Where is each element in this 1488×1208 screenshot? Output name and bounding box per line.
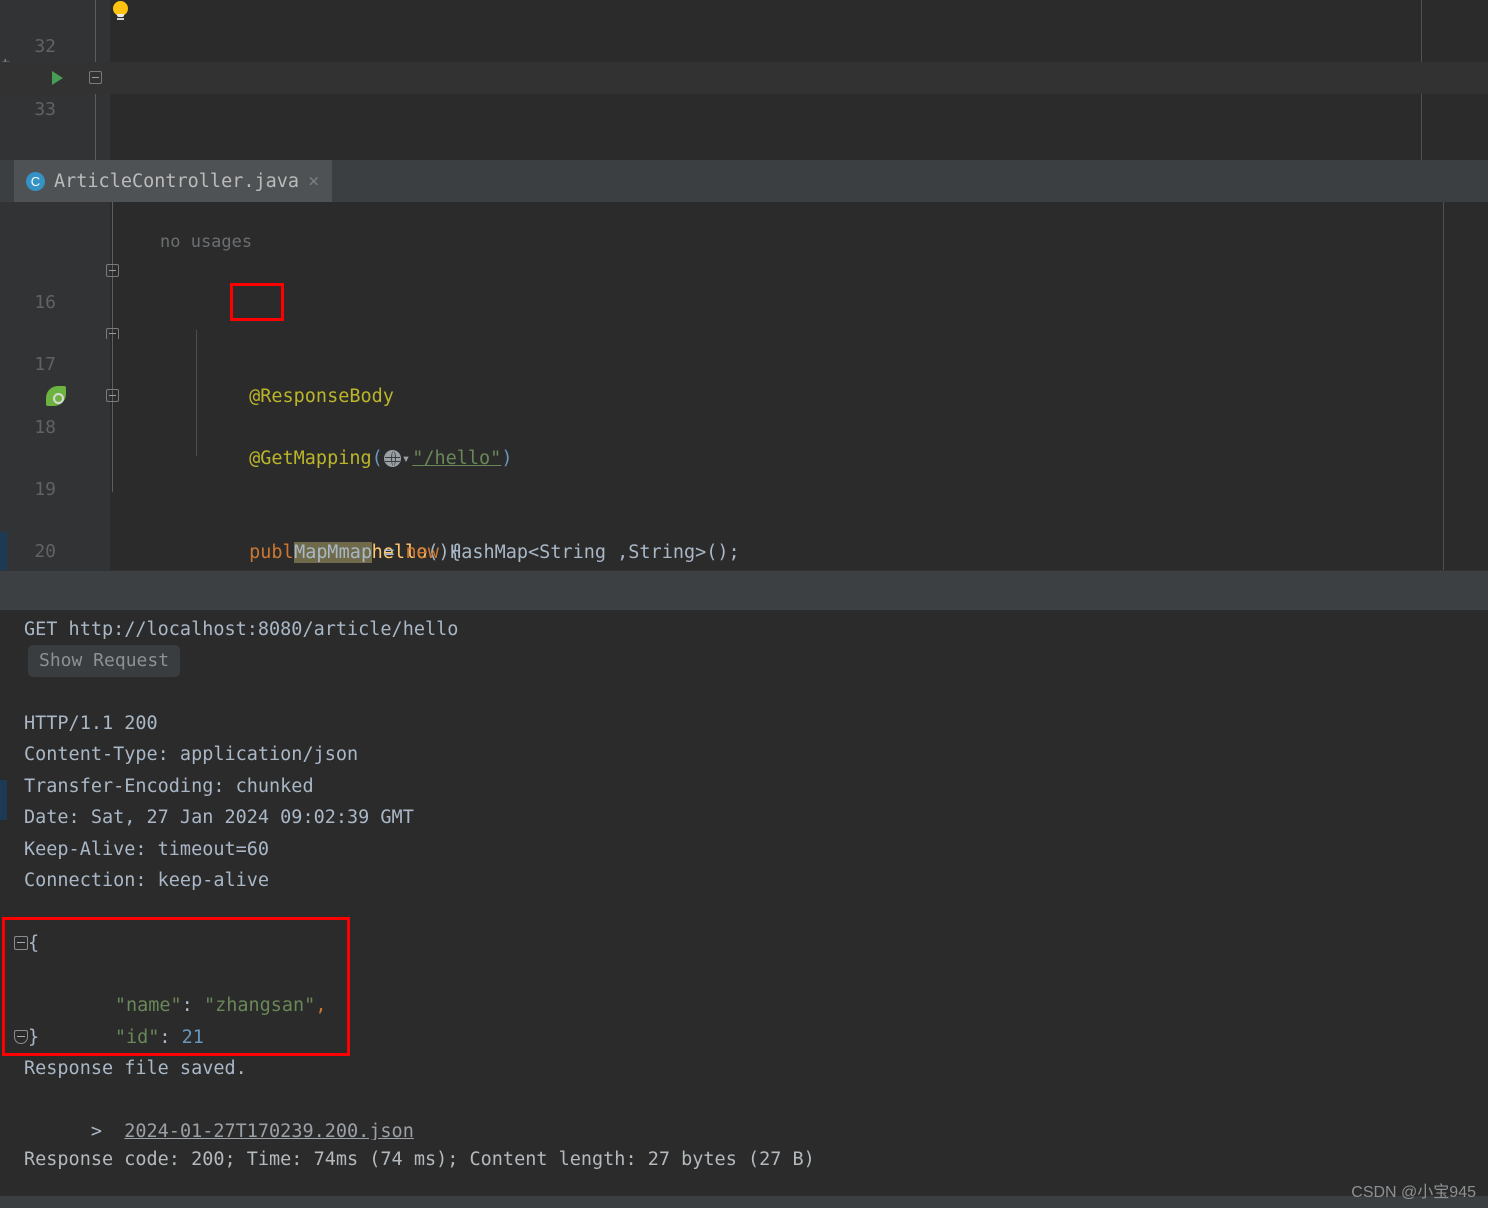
panel-splitter[interactable] [0,570,1488,610]
tab-label: ArticleController.java [54,170,300,192]
response-request-line: GET http://localhost:8080/article/hello [24,619,459,640]
fold-marker-icon[interactable] [106,264,119,278]
line-number: 20 [34,541,56,563]
response-header-transfer-encoding: Transfer-Encoding: chunked [24,776,314,797]
java-class-icon: C [26,171,45,191]
java-line-19[interactable]: 19 Map map = new HashMap<String ,String>… [0,443,1488,563]
intellij-idea-window: t 32 # 33 GET http://localhost:8080/arti… [0,0,1488,1208]
java-code-editor[interactable]: no usages 16 @ResponseBody 17 @GetMappin… [0,202,1488,570]
run-request-arrow-icon[interactable] [52,71,63,86]
response-header-connection: Connection: keep-alive [24,870,270,891]
editor-tab-bar[interactable]: C ArticleController.java × [0,160,1488,202]
java-hint-no-usages: no usages [0,202,1488,252]
response-header-keep-alive: Keep-Alive: timeout=60 [24,839,270,860]
http-line-32[interactable]: 32 # [0,0,1488,89]
keyword-new: new [405,541,439,563]
response-saved-file-row[interactable]: > 2024-01-27T170239.200.json [24,1085,414,1142]
json-entry-id: "id": 21 [48,991,204,1048]
type-hashmap: HashMap [450,541,529,563]
generic-params: <String ,String> [528,541,707,563]
json-comma: , [315,995,327,1017]
json-open-brace: { [28,933,40,954]
java-line-17[interactable]: 17 @GetMapping(▾ "/hello") [0,318,1488,469]
line-number: 16 [34,291,56,313]
response-header-date: Date: Sat, 27 Jan 2024 09:02:39 GMT [24,807,414,828]
vcs-change-marker [0,780,7,820]
java-line-16[interactable]: 16 @ResponseBody [0,255,1488,407]
fold-marker-icon[interactable] [106,389,119,403]
close-icon[interactable]: × [308,170,319,192]
fold-marker-icon[interactable] [106,327,119,339]
json-value: 21 [181,1027,204,1049]
json-entry-name: "name": "zhangsan", [48,959,327,1016]
variable-map[interactable]: map [338,541,373,563]
http-response-panel[interactable]: GET http://localhost:8080/article/hello … [0,610,1488,1142]
spring-endpoint-icon[interactable] [46,386,66,407]
http-line-33[interactable]: 33 GET http://localhost:8080/article/hel… [0,62,1488,120]
json-key: "id" [114,1027,160,1049]
line-number: 19 [34,478,56,500]
java-line-18[interactable]: 18 public Map hello(){ [0,380,1488,564]
json-close-brace: } [28,1027,40,1048]
json-fold-open-icon[interactable] [14,936,28,950]
json-separator: : [159,1027,182,1049]
show-request-button[interactable]: Show Request [28,645,181,677]
window-bottom-bar [0,1196,1488,1208]
response-header-status: HTTP/1.1 200 [24,713,158,734]
csdn-watermark: CSDN @小宝945 [1351,1184,1476,1201]
usages-hint-label: no usages [160,232,253,253]
response-header-content-type: Content-Type: application/json [24,744,359,765]
line-number: 33 [34,98,56,120]
response-file-saved-label: Response file saved. [24,1058,247,1079]
response-status-text: Response code: 200; Time: 74ms (74 ms); … [24,1149,815,1170]
line-number: 17 [34,354,56,376]
fold-marker-icon[interactable] [89,71,102,85]
type-map-occurrence[interactable]: Map [294,541,328,563]
json-fold-close-icon[interactable] [14,1030,28,1044]
json-value: "zhangsan" [203,995,316,1017]
line-number: 32 [34,36,56,58]
java-line-20[interactable]: 20 map.put("id", 21); [0,505,1488,562]
http-line-34[interactable]: 34 [0,125,1488,156]
http-request-editor[interactable]: t 32 # 33 GET http://localhost:8080/arti… [0,0,1488,160]
tab-article-controller[interactable]: C ArticleController.java × [14,160,332,202]
lightbulb-icon[interactable] [113,1,130,20]
